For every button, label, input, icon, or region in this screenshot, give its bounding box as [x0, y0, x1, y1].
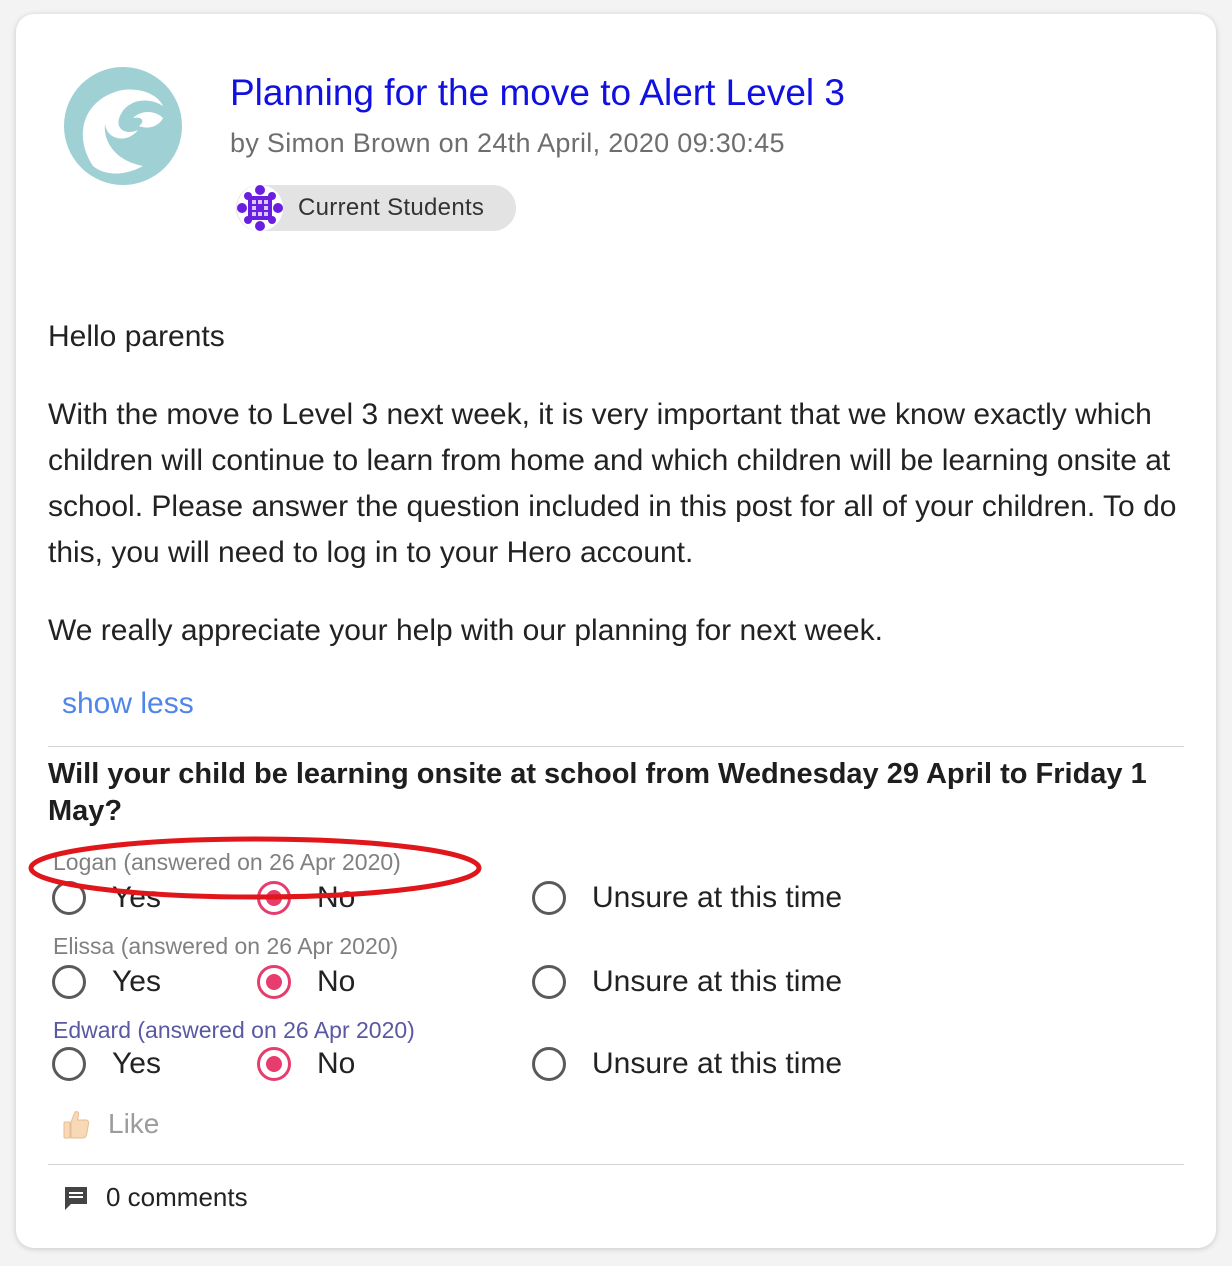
option-label: Yes — [112, 1047, 161, 1080]
radio-button-selected[interactable] — [257, 1047, 291, 1081]
option-yes[interactable]: Yes — [52, 1047, 257, 1081]
comments-button[interactable]: 0 comments — [62, 1182, 248, 1213]
audience-tag[interactable]: Current Students — [236, 185, 516, 231]
option-no[interactable]: No — [257, 965, 532, 999]
option-label: Yes — [112, 965, 161, 998]
comments-count: 0 comments — [106, 1182, 248, 1212]
body-paragraph-1: With the move to Level 3 next week, it i… — [48, 398, 1177, 569]
post-byline: by Simon Brown on 24th April, 2020 09:30… — [230, 128, 785, 158]
answer-options-logan: Yes No Unsure at this time — [52, 878, 842, 918]
radio-button[interactable] — [52, 965, 86, 999]
post-title[interactable]: Planning for the move to Alert Level 3 — [230, 72, 845, 114]
radio-button[interactable] — [532, 881, 566, 915]
divider — [48, 1164, 1184, 1165]
group-pattern-icon — [237, 185, 283, 231]
thumbs-up-icon — [63, 1111, 90, 1139]
option-label: Unsure at this time — [592, 1047, 843, 1080]
radio-button[interactable] — [532, 1047, 566, 1081]
option-unsure[interactable]: Unsure at this time — [532, 1047, 842, 1081]
radio-button[interactable] — [52, 1047, 86, 1081]
school-logo-icon — [64, 67, 182, 185]
radio-button[interactable] — [532, 965, 566, 999]
radio-button-selected[interactable] — [257, 881, 291, 915]
body-paragraph-2: We really appreciate your help with our … — [48, 614, 883, 647]
option-unsure[interactable]: Unsure at this time — [532, 881, 842, 915]
option-label: No — [317, 965, 356, 998]
option-yes[interactable]: Yes — [52, 965, 257, 999]
show-less-link[interactable]: show less — [62, 687, 194, 721]
child-answer-label-elissa: Elissa (answered on 26 Apr 2020) — [53, 933, 399, 959]
option-no[interactable]: No — [257, 1047, 532, 1081]
post-body: Hello parents With the move to Level 3 n… — [48, 314, 1188, 686]
greeting-text: Hello parents — [48, 320, 225, 353]
comment-icon — [65, 1186, 87, 1210]
answer-options-elissa: Yes No Unsure at this time — [52, 962, 842, 1002]
answer-options-edward: Yes No Unsure at this time — [52, 1044, 842, 1084]
option-no[interactable]: No — [257, 881, 532, 915]
option-label: Unsure at this time — [592, 881, 843, 914]
divider — [48, 746, 1184, 747]
audience-tag-label: Current Students — [298, 194, 485, 221]
child-answer-label-logan: Logan (answered on 26 Apr 2020) — [53, 849, 401, 875]
like-label: Like — [108, 1108, 160, 1139]
option-unsure[interactable]: Unsure at this time — [532, 965, 842, 999]
option-label: No — [317, 881, 356, 914]
option-label: No — [317, 1047, 356, 1080]
option-label: Unsure at this time — [592, 965, 843, 998]
option-label: Yes — [112, 881, 161, 914]
radio-button[interactable] — [52, 881, 86, 915]
option-yes[interactable]: Yes — [52, 881, 257, 915]
like-button[interactable]: Like — [62, 1108, 159, 1140]
question-text: Will your child be learning onsite at sc… — [48, 758, 1147, 827]
radio-button-selected[interactable] — [257, 965, 291, 999]
post-card: Planning for the move to Alert Level 3 b… — [16, 14, 1216, 1248]
child-answer-label-edward: Edward (answered on 26 Apr 2020) — [53, 1017, 415, 1043]
